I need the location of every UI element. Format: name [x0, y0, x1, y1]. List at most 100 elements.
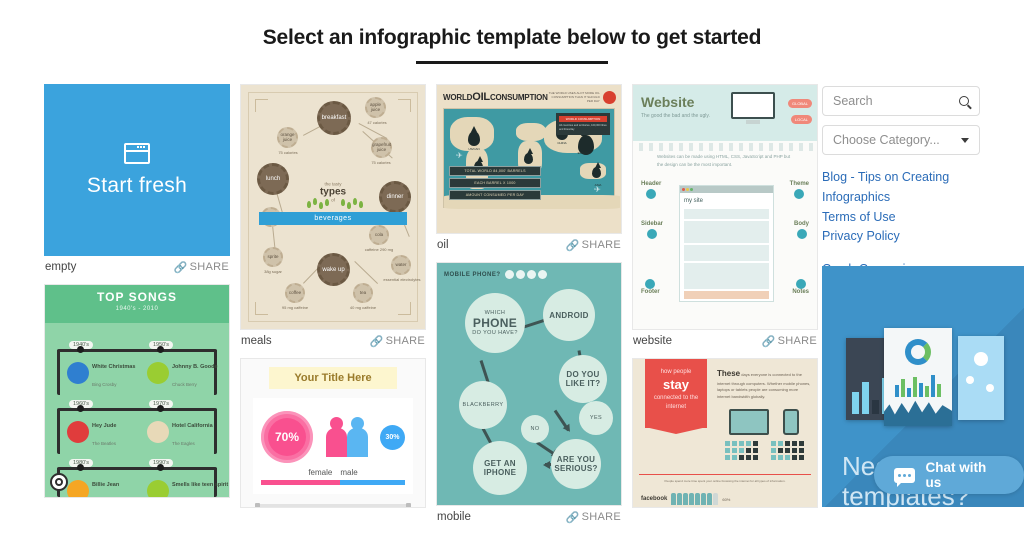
promo-chart-main	[884, 328, 952, 426]
mobile-header: MOBILE PHONE?	[444, 270, 614, 279]
share-button[interactable]: 🔗 SHARE	[174, 261, 229, 274]
male-icon	[346, 417, 368, 457]
oil-badge-icon	[602, 91, 616, 104]
corner-ornament	[255, 99, 268, 112]
chat-widget-button[interactable]: Chat with us	[874, 456, 1024, 494]
plane-icon: ✈	[456, 151, 463, 160]
search-input[interactable]: Search	[822, 86, 980, 116]
share-button[interactable]: 🔗 SHARE	[566, 239, 621, 252]
meal-node: lunch	[257, 163, 289, 195]
wireframe-mock: my site	[679, 185, 774, 302]
beverage-node: grapefruit juice	[371, 137, 392, 158]
plane-icon: ✈	[594, 185, 601, 194]
song-icon	[147, 480, 169, 497]
page-header: Select an infographic template below to …	[0, 0, 1024, 64]
song-title: Hey Jude	[92, 423, 117, 429]
sidebar-link-terms[interactable]: Terms of Use	[822, 208, 982, 228]
category-select[interactable]: Choose Category...	[822, 125, 980, 155]
song-icon	[147, 421, 169, 443]
share-button[interactable]: 🔗 SHARE	[566, 511, 621, 524]
ribbon-line-3: connected to the internet	[653, 395, 699, 410]
mock-browser-bar	[680, 186, 773, 193]
meal-node: breakfast	[317, 101, 351, 135]
song-title: Billie Jean	[92, 482, 120, 488]
link-group-spacer	[822, 247, 982, 260]
node-sub: 95 mg caffeine	[281, 305, 309, 310]
legend-body: All countries and territories, 100,000 l…	[559, 124, 607, 131]
oil-stats: TOTAL WORLD 84,000' BARRELS EACH BARREL …	[449, 166, 541, 202]
ribbon-line-1: how people	[660, 369, 692, 375]
share-label: SHARE	[777, 335, 817, 347]
phone-icon	[783, 408, 799, 435]
your-title-thumbnail[interactable]: Your Title Here 70% 30% female male	[240, 358, 426, 508]
title-underline	[416, 61, 608, 64]
promo-illustration	[846, 328, 1004, 428]
divider	[639, 474, 811, 475]
website-tag-theme: Theme	[790, 181, 809, 199]
website-tag-footer: Footer	[641, 277, 660, 295]
top-songs-thumbnail[interactable]: TOP SONGS 1940's - 2010 1940's 1950's 19…	[44, 284, 230, 498]
card-name: meals	[241, 335, 272, 347]
promo-chart-light	[958, 336, 1004, 420]
connected-thumbnail[interactable]: how people stay connected to the interne…	[632, 358, 818, 508]
corner-ornament	[255, 302, 268, 315]
share-label: SHARE	[385, 335, 425, 347]
mobile-thumbnail[interactable]: MOBILE PHONE? WHICH PHONE DO YOU HAVE? A…	[436, 262, 622, 506]
songs-timeline: 1940's 1950's 1960's 1970's 1980's 1990'…	[45, 323, 229, 497]
grid-column-3: WORLDOILCONSUMPTION THE WORLD USES ALOT …	[436, 84, 632, 534]
oil-title: WORLDOILCONSUMPTION	[443, 91, 548, 103]
timeline-dot	[157, 464, 164, 471]
template-card-meals[interactable]: breakfast lunch dinner wake up apple jui…	[240, 84, 426, 352]
share-button[interactable]: 🔗 SHARE	[762, 335, 817, 348]
website-tag-sidebar: Sidebar	[641, 221, 663, 239]
oil-thumbnail[interactable]: WORLDOILCONSUMPTION THE WORLD USES ALOT …	[436, 84, 622, 234]
meals-thumbnail[interactable]: breakfast lunch dinner wake up apple jui…	[240, 84, 426, 330]
connected-footnote: People spend more time spent your online…	[664, 479, 786, 483]
bar-chart-icon	[884, 371, 952, 397]
template-card-title[interactable]: Your Title Here 70% 30% female male	[240, 358, 426, 530]
website-note: Websites can be made using HTML, CSS, Ja…	[657, 154, 791, 167]
template-card-songs[interactable]: TOP SONGS 1940's - 2010 1940's 1950's 19…	[44, 284, 230, 498]
template-card-website[interactable]: Website The good the bad and the ugly. G…	[632, 84, 818, 352]
male-label: male	[340, 468, 358, 477]
website-tag-notes: Notes	[792, 277, 809, 295]
share-button[interactable]: 🔗 SHARE	[370, 335, 425, 348]
beverage-node: water	[391, 255, 411, 275]
card-caption	[632, 508, 818, 530]
flow-node-android: ANDROID	[543, 289, 595, 341]
sidebar-link-blog[interactable]: Blog - Tips on Creating Infographics	[822, 168, 982, 208]
song-artist: Bing Crosby	[92, 382, 117, 387]
people-pictogram	[671, 493, 719, 505]
flow-node-serious: ARE YOU SERIOUS?	[551, 439, 601, 489]
connected-body: These days everyone is connected to the …	[717, 367, 811, 460]
start-fresh-thumbnail[interactable]: Start fresh	[44, 84, 230, 256]
song-artist: The Beatles	[92, 441, 117, 446]
thumbnail-slider[interactable]	[255, 503, 411, 507]
website-thumbnail[interactable]: Website The good the bad and the ugly. G…	[632, 84, 818, 330]
device-icons	[717, 408, 811, 435]
stay-connected-ribbon: how people stay connected to the interne…	[645, 359, 707, 428]
share-label: SHARE	[581, 239, 621, 251]
sidebar-link-privacy[interactable]: Privacy Policy	[822, 227, 982, 247]
template-card-oil[interactable]: WORLDOILCONSUMPTION THE WORLD USES ALOT …	[436, 84, 622, 256]
flow-q-big: PHONE	[472, 316, 518, 330]
template-card-mobile[interactable]: MOBILE PHONE? WHICH PHONE DO YOU HAVE? A…	[436, 262, 622, 528]
song-icon	[67, 480, 89, 497]
card-name: empty	[45, 261, 77, 273]
search-icon[interactable]	[959, 96, 969, 106]
song-title: Johnny B. Goode	[172, 364, 218, 370]
link-icon: 🔗	[173, 261, 188, 274]
chevron-down-icon[interactable]	[961, 137, 969, 143]
connected-lead: These days everyone is connected to the …	[717, 367, 811, 401]
meal-node: dinner	[379, 181, 411, 213]
template-card-empty[interactable]: Start fresh empty 🔗 SHARE	[44, 84, 230, 278]
timeline-dot	[77, 405, 84, 412]
facebook-row: facebook 60%	[641, 493, 730, 505]
website-tag-body: Body	[794, 221, 809, 239]
world-map: US/CAN CHINA EUROPE AFRICA BRAZIL ASIA ✈…	[443, 108, 620, 209]
link-icon: 🔗	[761, 335, 776, 348]
template-card-connected[interactable]: how people stay connected to the interne…	[632, 358, 818, 530]
gender-chart: 70% 30% female male	[253, 398, 413, 494]
node-sub: essential electrolytes	[383, 277, 421, 282]
female-label: female	[308, 468, 333, 477]
